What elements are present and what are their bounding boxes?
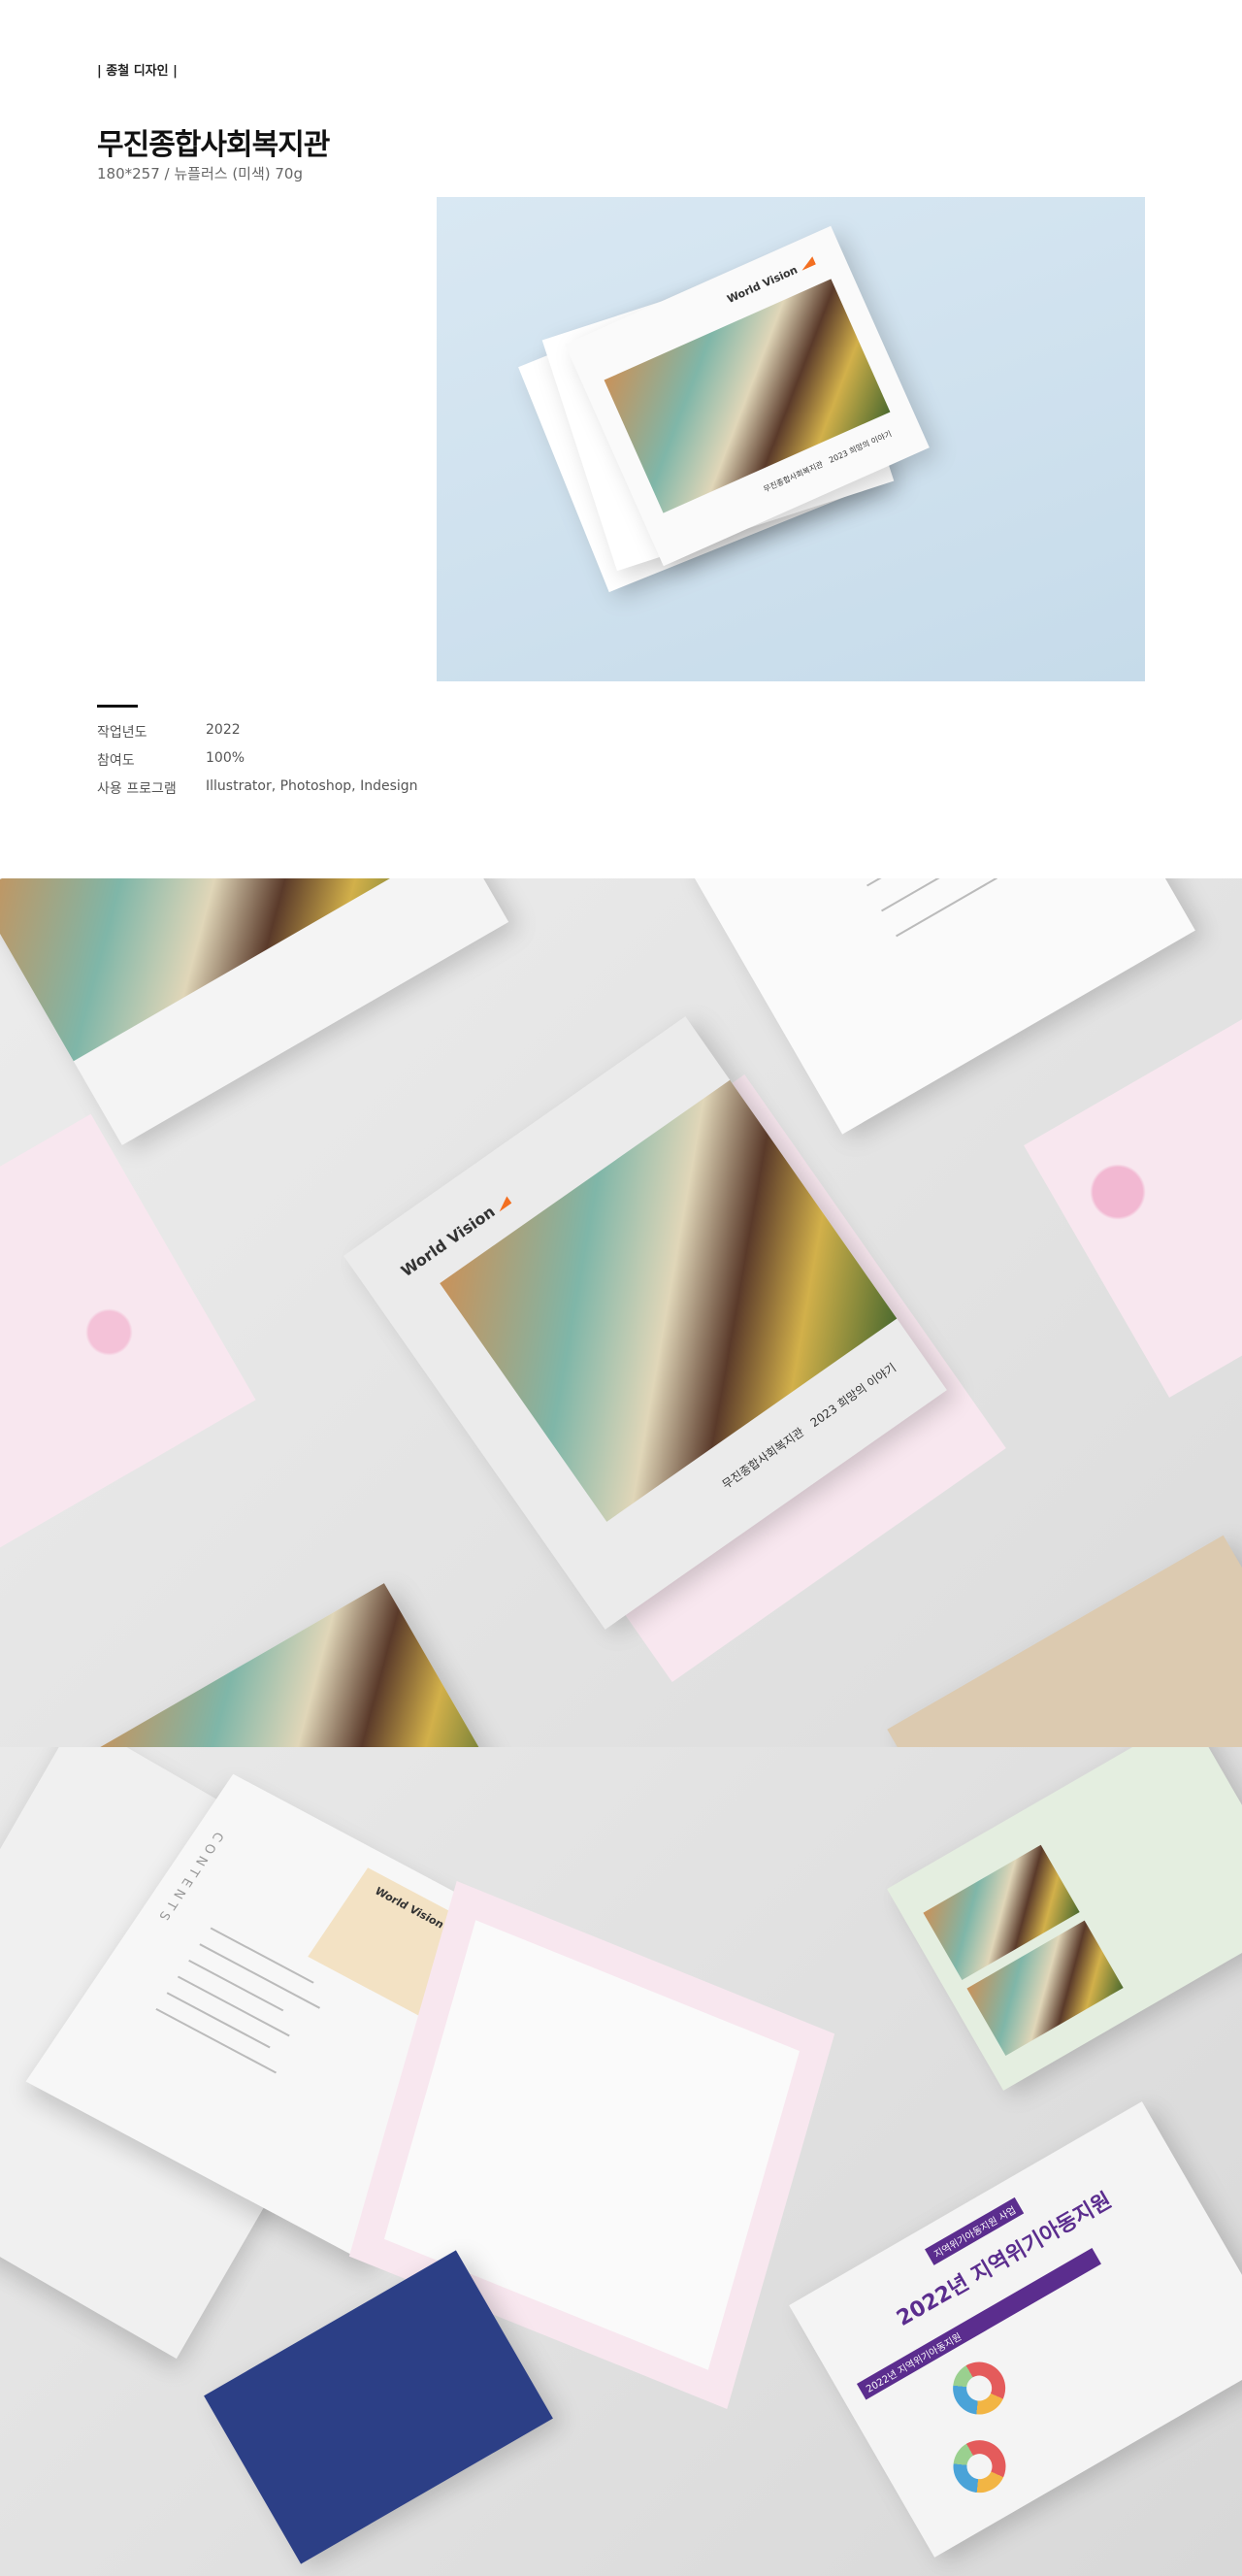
hero-mockup-image: World Vision 무진종합사회복지관 2023 희망의 이야기 xyxy=(437,197,1145,681)
donut-chart xyxy=(943,2352,1016,2425)
spec-text: 180*257 / 뉴플러스 (미색) 70g xyxy=(97,165,303,182)
donut-chart xyxy=(943,2430,1016,2503)
info-row: 사용 프로그램 Illustrator, Photoshop, Indesign xyxy=(97,778,418,797)
cover-org: 무진종합사회복지관 xyxy=(762,459,825,494)
info-row: 작업년도 2022 xyxy=(97,722,241,741)
category-tag: | 종철 디자인 | xyxy=(97,64,178,79)
divider xyxy=(97,705,138,708)
spread-mockup-section: World Vision CONTENTS 지역위기아동지원 사업 2022년 … xyxy=(0,1747,1242,2576)
report-page: 지역위기아동지원 사업 2022년 지역위기아동지원 2022년 지역위기아동지… xyxy=(789,2101,1242,2558)
info-row: 참여도 100% xyxy=(97,750,245,769)
cover-org: 무진종합사회복지관 xyxy=(719,1425,807,1492)
page-title: 무진종합사회복지관 xyxy=(97,128,330,162)
cover-mockup-section: World Vision 무진종합사회복지관 2023 희망의 이야기 xyxy=(0,878,1242,1747)
